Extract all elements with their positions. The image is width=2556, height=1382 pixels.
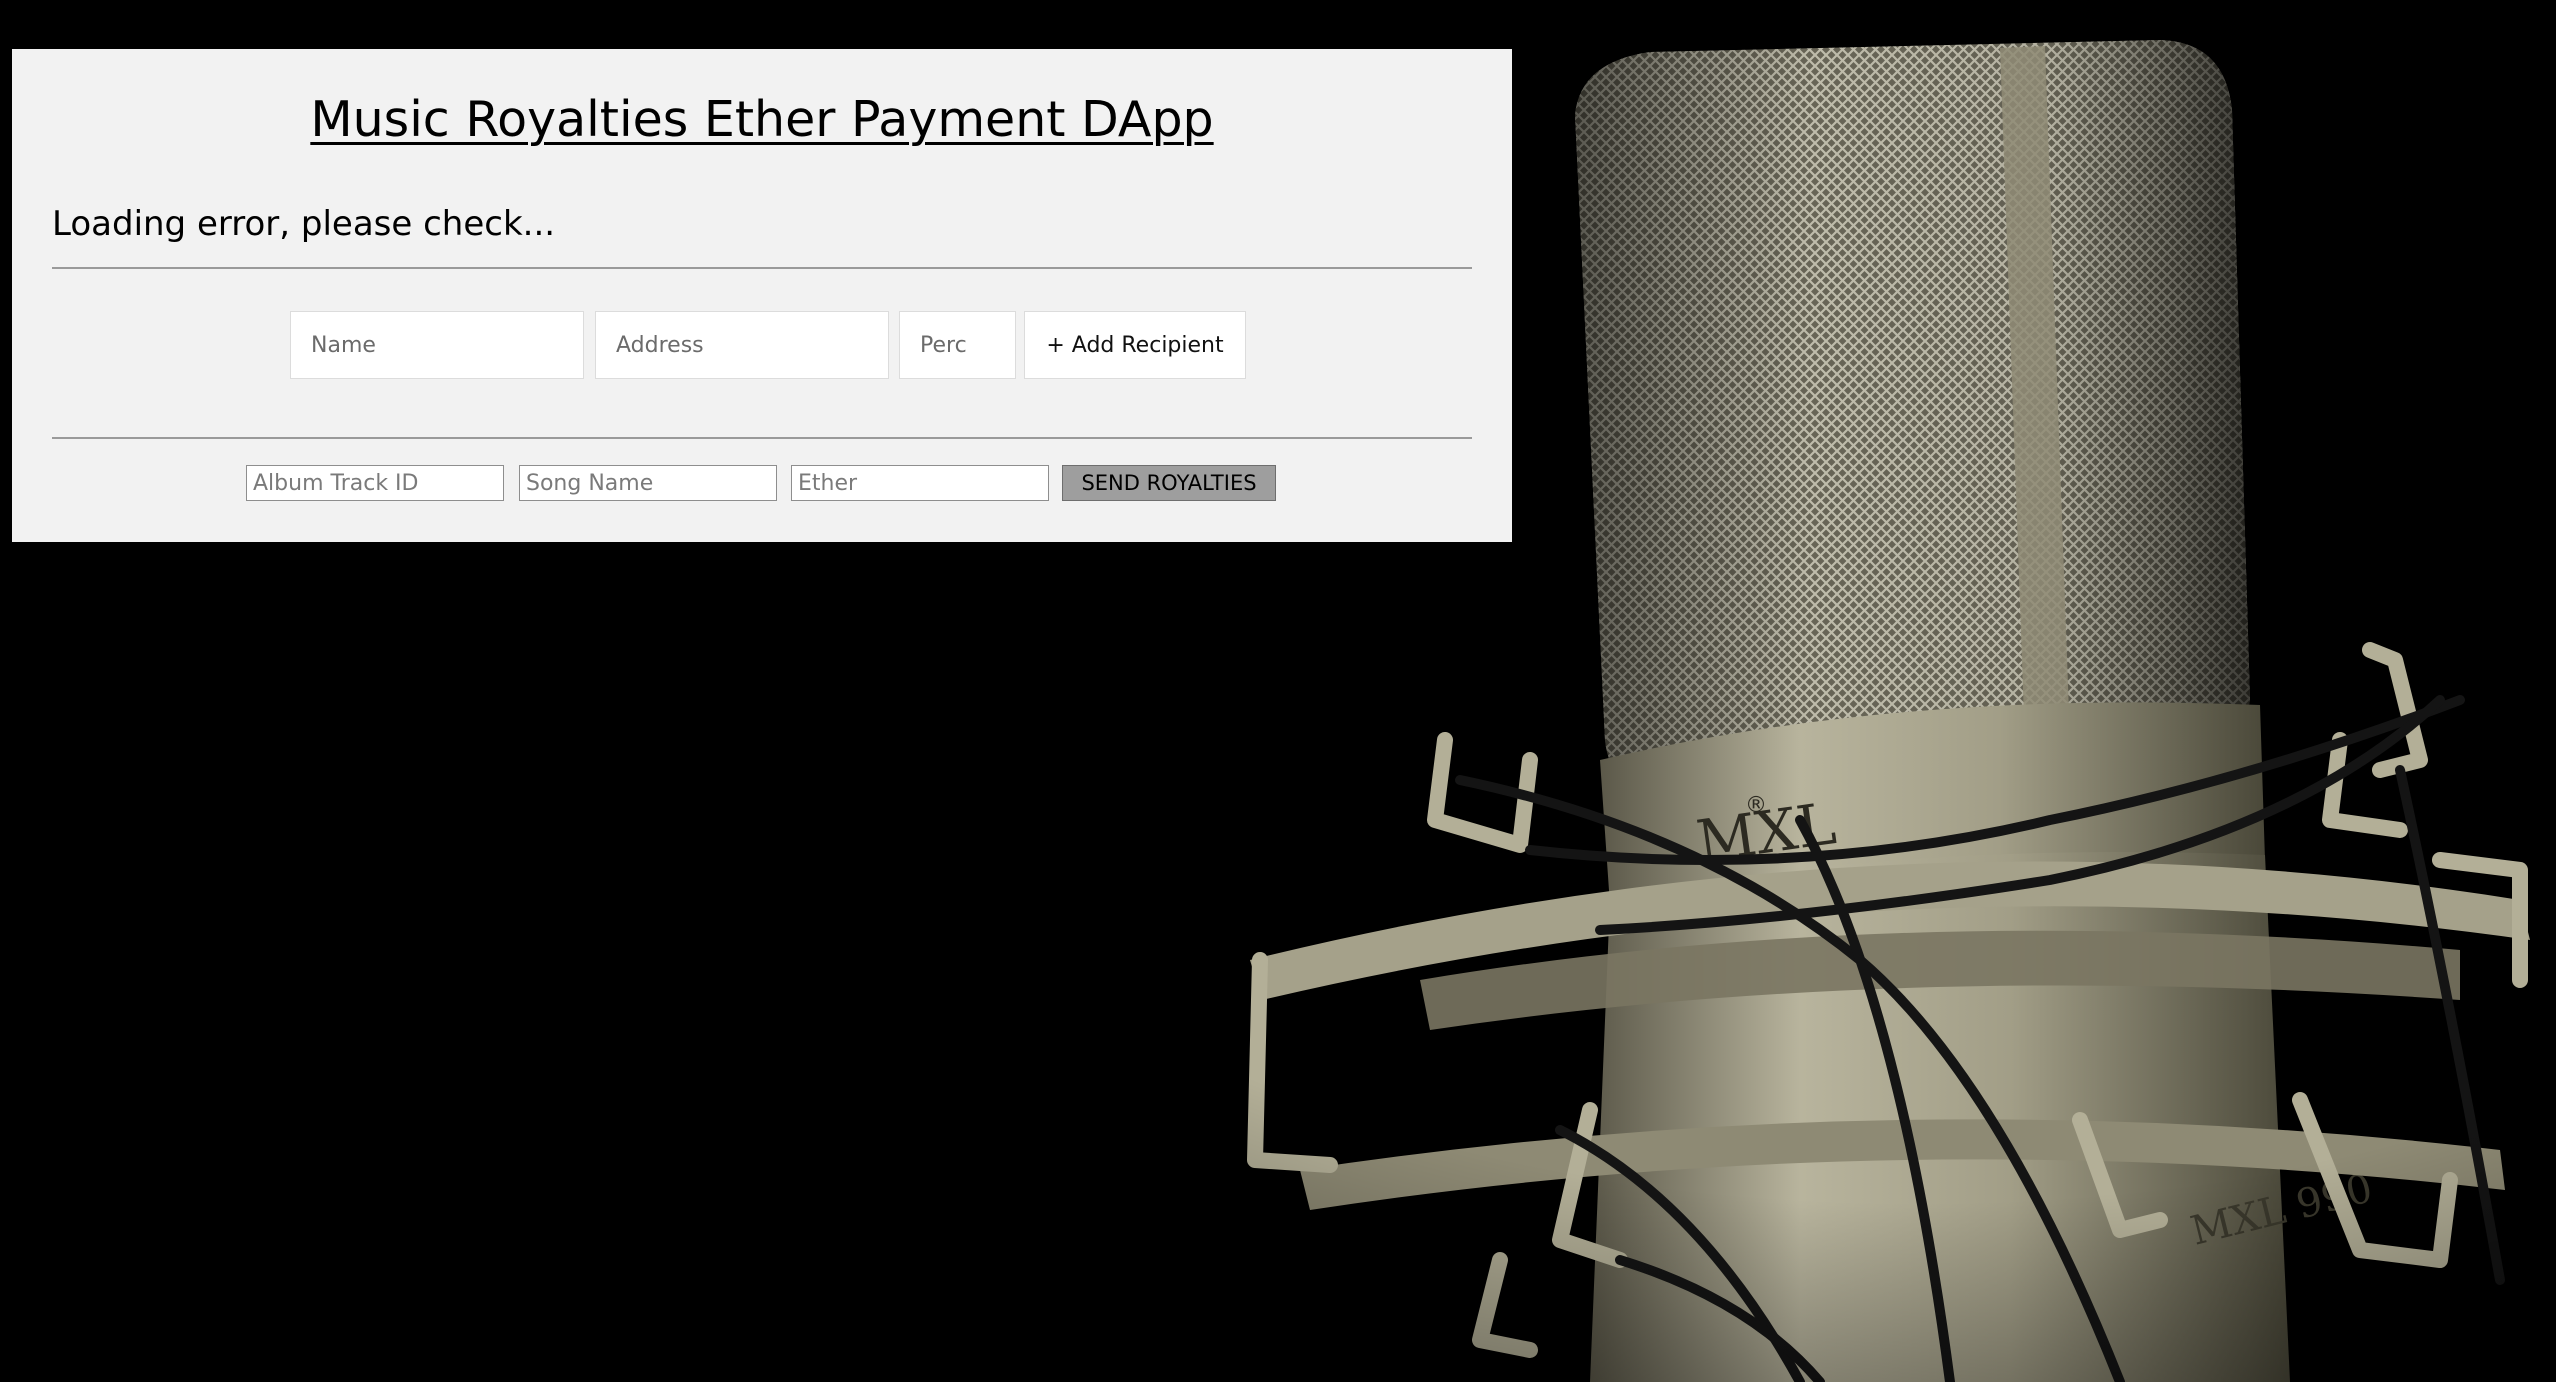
recipient-name-input[interactable]: [290, 311, 584, 379]
divider-top: [52, 267, 1472, 269]
divider-bottom: [52, 437, 1472, 439]
ether-amount-input[interactable]: [791, 465, 1049, 501]
send-royalties-button[interactable]: SEND ROYALTIES: [1062, 465, 1276, 501]
recipient-address-input[interactable]: [595, 311, 889, 379]
album-track-id-input[interactable]: [246, 465, 504, 501]
recipient-percentage-input[interactable]: [899, 311, 1016, 379]
add-recipient-button[interactable]: + Add Recipient: [1024, 311, 1246, 379]
page-title: Music Royalties Ether Payment DApp: [310, 91, 1214, 148]
send-royalties-label: SEND ROYALTIES: [1081, 471, 1257, 495]
song-name-input[interactable]: [519, 465, 777, 501]
add-recipient-label: + Add Recipient: [1046, 332, 1224, 358]
status-message: Loading error, please check...: [52, 204, 556, 244]
main-panel: Music Royalties Ether Payment DApp Loadi…: [12, 49, 1512, 542]
